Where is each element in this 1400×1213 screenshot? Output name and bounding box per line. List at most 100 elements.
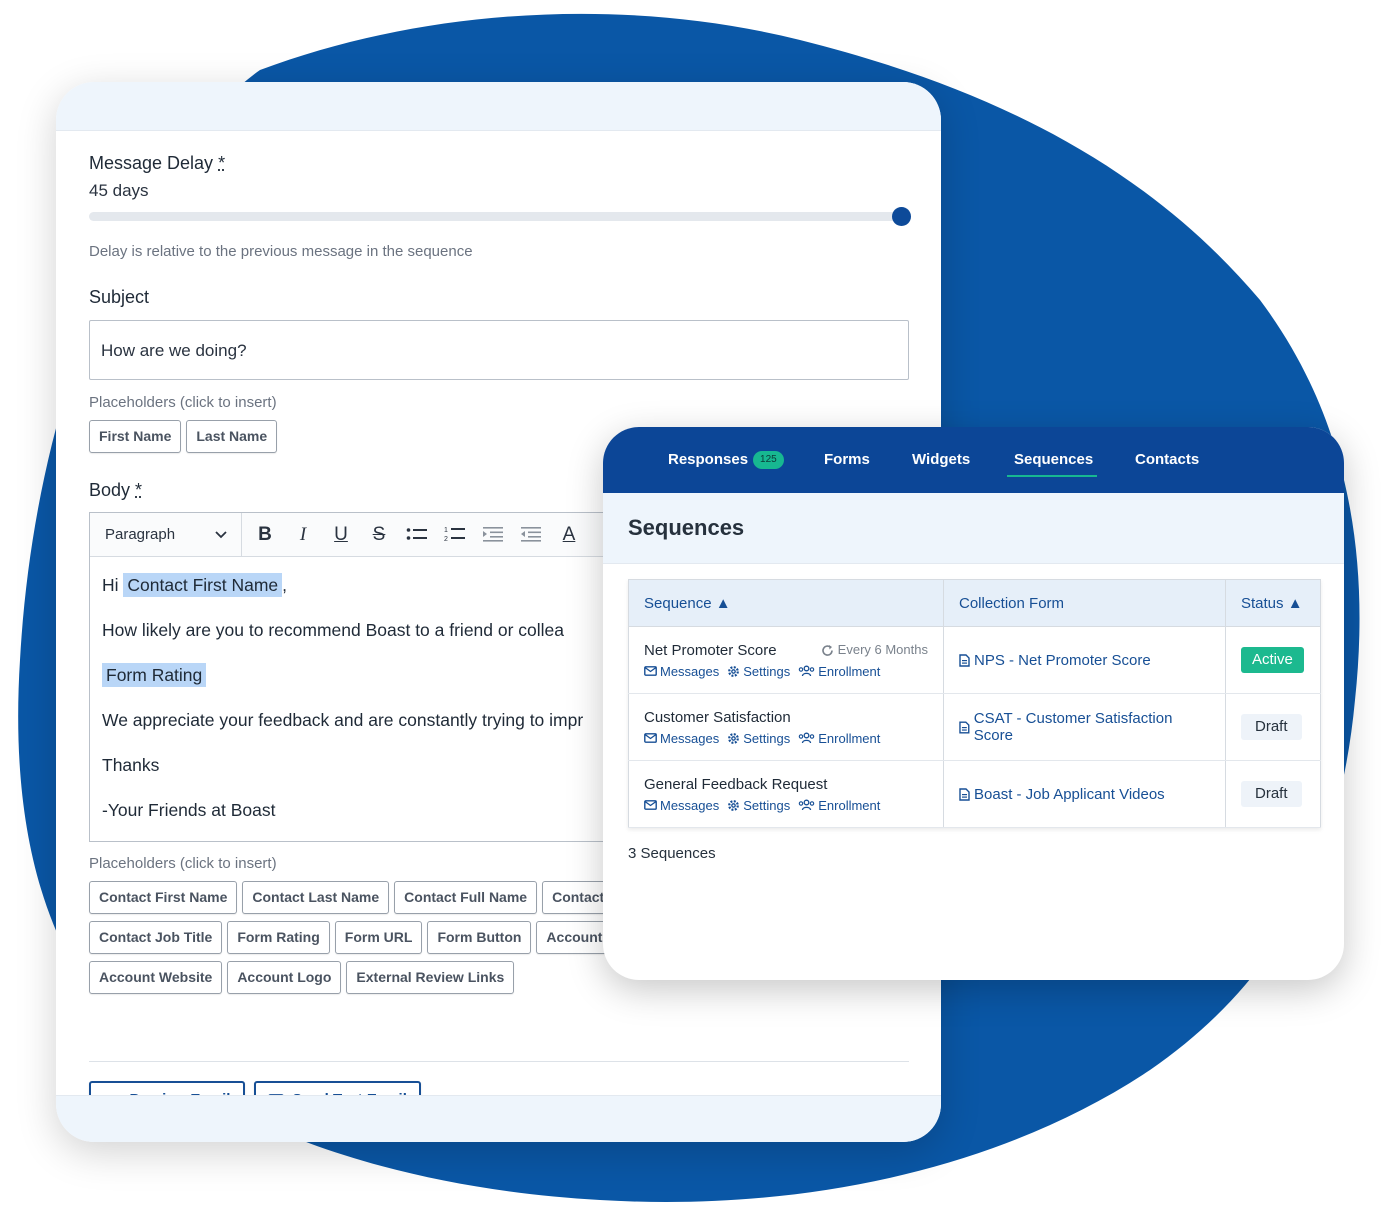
message-delay-slider[interactable]: [89, 212, 901, 221]
collection-form-name: NPS - Net Promoter Score: [974, 651, 1151, 669]
enrollment-link-label: Enrollment: [818, 663, 881, 679]
collection-form-cell: CSAT - Customer Satisfaction Score: [943, 693, 1226, 761]
status-badge: Draft: [1241, 781, 1302, 807]
greeting-prefix: Hi: [102, 575, 119, 595]
messages-link[interactable]: Messages: [644, 798, 719, 813]
subject-label: Subject: [89, 287, 150, 307]
enrollment-link[interactable]: Enrollment: [798, 798, 880, 813]
collection-form-link[interactable]: CSAT - Customer Satisfaction Score: [959, 710, 1210, 744]
settings-link[interactable]: Settings: [727, 664, 790, 679]
status-badge: Draft: [1241, 714, 1302, 740]
sequence-cell: Net Promoter Score Every 6 Months Messag…: [628, 626, 944, 694]
nav-sequences[interactable]: Sequences: [1014, 427, 1093, 493]
messages-link[interactable]: Messages: [644, 731, 719, 746]
messages-link[interactable]: Messages: [644, 664, 719, 679]
nav-contacts[interactable]: Contacts: [1135, 427, 1199, 493]
nav-responses[interactable]: Responses 125: [668, 427, 784, 493]
greeting-suffix: ,: [282, 575, 288, 595]
collection-form-link[interactable]: NPS - Net Promoter Score: [959, 652, 1210, 669]
sequence-frequency-text: Every 6 Months: [837, 641, 928, 657]
placeholder-chip[interactable]: Account Logo: [227, 961, 342, 994]
sequence-actions: Messages Settings Enrollment: [644, 798, 928, 813]
status-cell: Active: [1225, 626, 1321, 694]
sequences-card: Responses 125 Forms Widgets Sequences Con…: [603, 427, 1344, 980]
table-row: Net Promoter Score Every 6 Months Messag…: [628, 626, 1321, 694]
settings-link-label: Settings: [743, 797, 791, 813]
column-header-status[interactable]: Status ▲: [1225, 579, 1321, 627]
placeholder-chip[interactable]: Form URL: [334, 921, 423, 954]
form-rating-token[interactable]: Form Rating: [102, 663, 207, 687]
format-select[interactable]: Paragraph: [90, 513, 242, 556]
status-badge: Active: [1241, 647, 1304, 673]
placeholder-chip-first-name[interactable]: First Name: [89, 420, 182, 453]
outdent-icon[interactable]: [512, 524, 550, 546]
status-cell: Draft: [1225, 760, 1321, 828]
top-nav: Responses 125 Forms Widgets Sequences Con…: [603, 427, 1344, 493]
numbered-list-icon[interactable]: 12: [436, 524, 474, 546]
nav-widgets[interactable]: Widgets: [912, 427, 970, 493]
gear-icon: [728, 799, 740, 811]
column-header-collection-form: Collection Form: [943, 579, 1226, 627]
required-mark: *: [135, 480, 143, 500]
collection-form-link[interactable]: Boast - Job Applicant Videos: [959, 786, 1210, 803]
contact-first-name-token[interactable]: Contact First Name: [123, 573, 283, 597]
placeholder-chip[interactable]: Form Rating: [227, 921, 330, 954]
enrollment-link[interactable]: Enrollment: [798, 664, 880, 679]
settings-link-label: Settings: [743, 730, 791, 746]
sequence-actions: Messages Settings Enrollment: [644, 731, 928, 746]
underline-icon[interactable]: U: [322, 524, 360, 546]
document-icon: [959, 787, 970, 801]
message-delay-label-text: Message Delay: [89, 153, 214, 173]
required-mark: *: [218, 153, 226, 173]
enrollment-link[interactable]: Enrollment: [798, 731, 880, 746]
body-placeholders-label: Placeholders (click to insert): [89, 855, 277, 872]
responses-count-badge: 125: [753, 451, 784, 470]
repeat-icon: [822, 644, 833, 656]
body-label: Body *: [89, 480, 142, 501]
table-row: General Feedback Request Messages Settin…: [628, 760, 1321, 828]
sequence-name[interactable]: Net Promoter Score: [644, 642, 777, 659]
subject-placeholder-chips: First Name Last Name: [89, 420, 282, 460]
svg-text:2: 2: [444, 536, 448, 543]
sequence-name[interactable]: Customer Satisfaction: [644, 709, 791, 726]
font-color-icon[interactable]: A: [550, 524, 588, 546]
body-label-text: Body: [89, 480, 131, 500]
sequence-name[interactable]: General Feedback Request: [644, 776, 827, 793]
users-icon: [798, 799, 815, 811]
indent-icon[interactable]: [474, 524, 512, 546]
document-icon: [959, 720, 970, 734]
users-icon: [798, 732, 815, 744]
placeholder-chip[interactable]: Contact First Name: [89, 881, 238, 914]
placeholder-chip[interactable]: Contact Last Name: [242, 881, 390, 914]
form-divider: [89, 1061, 909, 1062]
collection-form-name: CSAT - Customer Satisfaction Score: [973, 710, 1173, 744]
subject-input[interactable]: How are we doing?: [89, 320, 909, 380]
italic-icon[interactable]: I: [284, 524, 322, 546]
bold-icon[interactable]: B: [246, 524, 284, 546]
sequence-cell: General Feedback Request Messages Settin…: [628, 760, 944, 828]
format-select-value: Paragraph: [105, 526, 176, 543]
nav-responses-label: Responses: [668, 451, 749, 468]
message-delay-slider-thumb[interactable]: [891, 207, 911, 226]
table-row: Customer Satisfaction Messages Settings …: [628, 693, 1321, 761]
editor-card-footer: [56, 1095, 941, 1142]
placeholder-chip[interactable]: Contact Full Name: [394, 881, 538, 914]
chevron-down-icon: [215, 530, 227, 538]
placeholder-chip[interactable]: External Review Links: [346, 961, 515, 994]
bulleted-list-icon[interactable]: [398, 524, 436, 546]
settings-link[interactable]: Settings: [727, 731, 790, 746]
collection-form-cell: Boast - Job Applicant Videos: [943, 760, 1226, 828]
placeholder-chip[interactable]: Contact Job Title: [89, 921, 223, 954]
nav-forms[interactable]: Forms: [824, 427, 870, 493]
body-placeholder-chips: Contact First Name Contact Last Name Conta…: [89, 881, 649, 1001]
strikethrough-icon[interactable]: S: [360, 524, 398, 546]
sequences-table: Sequence ▲ Collection Form Status ▲ Net …: [628, 579, 1321, 828]
placeholder-chip[interactable]: Account Website: [89, 961, 223, 994]
collection-form-cell: NPS - Net Promoter Score: [943, 626, 1226, 694]
settings-link[interactable]: Settings: [727, 798, 790, 813]
placeholder-chip-last-name[interactable]: Last Name: [186, 420, 278, 453]
status-cell: Draft: [1225, 693, 1321, 761]
messages-link-label: Messages: [660, 797, 720, 813]
placeholder-chip[interactable]: Form Button: [427, 921, 532, 954]
column-header-sequence[interactable]: Sequence ▲: [628, 579, 944, 627]
